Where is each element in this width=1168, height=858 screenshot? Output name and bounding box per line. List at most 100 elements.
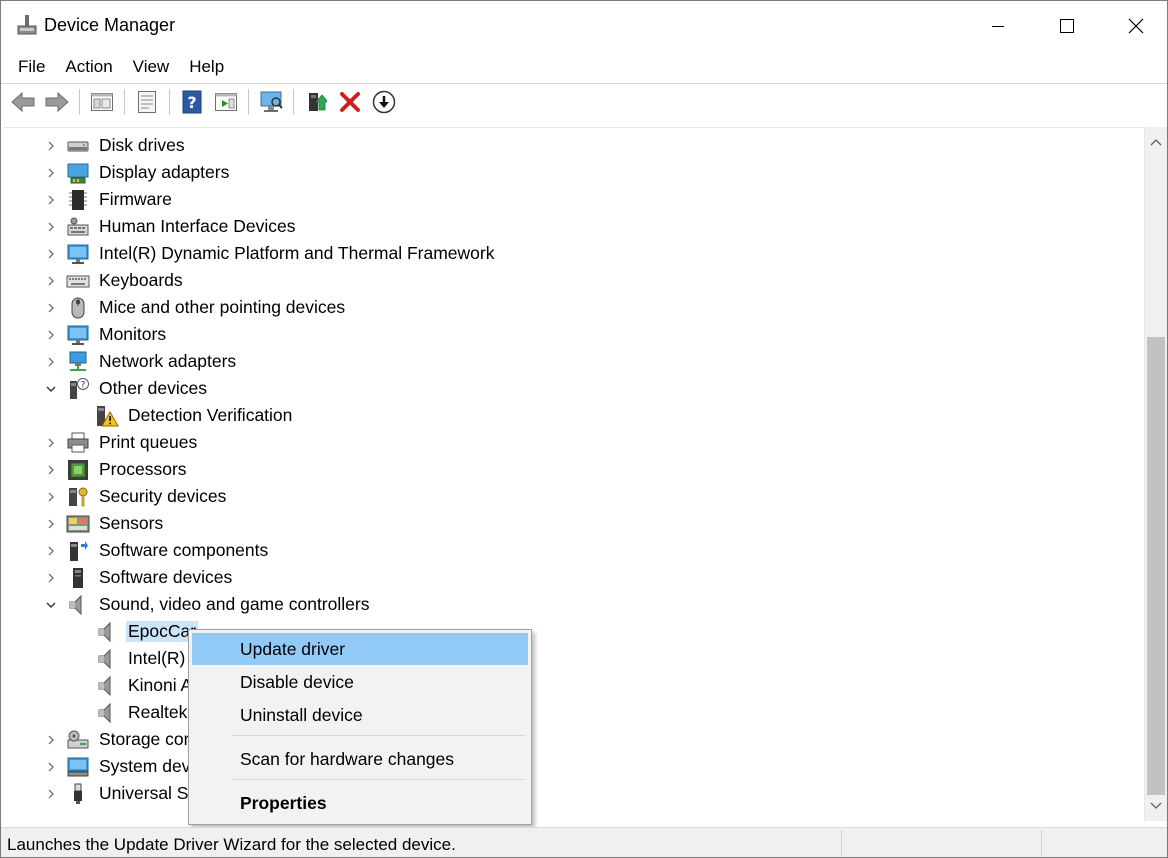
software-component-icon: [70, 541, 88, 561]
context-item-properties[interactable]: Properties: [192, 787, 528, 819]
tree-category-row[interactable]: Disk drives: [4, 132, 1124, 159]
tree-item-label: Security devices: [99, 486, 227, 506]
tree-category-row[interactable]: Software devices: [4, 564, 1124, 591]
back-button[interactable]: [7, 87, 38, 118]
chevron-down-icon[interactable]: [44, 598, 58, 612]
tree-device-row[interactable]: Kinoni A: [4, 672, 1124, 699]
properties-button[interactable]: [131, 87, 162, 118]
action-pane-icon: [214, 93, 237, 111]
tree-category-row[interactable]: ? Other devices: [4, 375, 1124, 402]
menu-file[interactable]: File: [8, 54, 55, 80]
tree-item-label: Human Interface Devices: [99, 216, 296, 236]
tree-category-row[interactable]: Software components: [4, 537, 1124, 564]
chevron-right-icon[interactable]: [44, 436, 58, 450]
firmware-chip-icon: [69, 190, 87, 210]
network-adapter-icon: [69, 351, 87, 371]
svg-text:?: ?: [187, 93, 196, 112]
tree-item-label: Display adapters: [99, 162, 230, 182]
speaker-icon: [98, 621, 111, 643]
context-item-disable-device[interactable]: Disable device: [192, 666, 528, 698]
chevron-right-icon[interactable]: [44, 571, 58, 585]
uninstall-device-button[interactable]: [334, 87, 365, 118]
context-item-scan-hardware[interactable]: Scan for hardware changes: [192, 743, 528, 775]
chevron-right-icon[interactable]: [44, 760, 58, 774]
scroll-up-button[interactable]: [1145, 131, 1167, 153]
close-button[interactable]: [1101, 1, 1168, 51]
chevron-down-icon[interactable]: [44, 382, 58, 396]
tree-item-label: Software components: [99, 540, 269, 560]
chevron-right-icon[interactable]: [44, 544, 58, 558]
context-menu-separator: [231, 779, 525, 780]
chevron-right-icon[interactable]: [44, 517, 58, 531]
printer-icon: [67, 432, 89, 453]
tree-category-row[interactable]: Keyboards: [4, 267, 1124, 294]
tree-category-row[interactable]: Human Interface Devices: [4, 213, 1124, 240]
tree-device-row[interactable]: EpocCar: [4, 618, 1124, 645]
chevron-right-icon[interactable]: [44, 166, 58, 180]
toolbar: ?: [1, 83, 1167, 120]
context-item-uninstall-device[interactable]: Uninstall device: [192, 699, 528, 731]
context-item-update-driver[interactable]: Update driver: [192, 633, 528, 665]
chevron-up-icon: [1150, 139, 1162, 146]
chevron-right-icon[interactable]: [44, 328, 58, 342]
tree-category-row[interactable]: Security devices: [4, 483, 1124, 510]
download-button[interactable]: [368, 87, 399, 118]
menu-help[interactable]: Help: [179, 54, 234, 80]
tree-category-row[interactable]: Sensors: [4, 510, 1124, 537]
tree-category-row[interactable]: Storage cor: [4, 726, 1124, 753]
scroll-thumb[interactable]: [1147, 337, 1165, 795]
forward-arrow-icon: [45, 91, 69, 113]
speaker-icon: [98, 648, 111, 670]
action-pane-button[interactable]: [210, 87, 241, 118]
maximize-button[interactable]: [1032, 1, 1102, 51]
tree-item-label: Detection Verification: [128, 405, 293, 425]
tree-device-row[interactable]: Detection Verification: [4, 402, 1124, 429]
tree-category-row[interactable]: Network adapters: [4, 348, 1124, 375]
tree-category-row[interactable]: Display adapters: [4, 159, 1124, 186]
chevron-right-icon[interactable]: [44, 193, 58, 207]
speaker-icon: [98, 702, 111, 724]
tree-category-row[interactable]: Intel(R) Dynamic Platform and Thermal Fr…: [4, 240, 1124, 267]
menu-action[interactable]: Action: [55, 54, 122, 80]
scroll-down-button[interactable]: [1145, 795, 1167, 817]
chevron-right-icon[interactable]: [44, 490, 58, 504]
status-pane: [841, 830, 842, 856]
tree-item-label: Universal S: [99, 783, 189, 803]
forward-button[interactable]: [41, 87, 72, 118]
tree-device-row[interactable]: Realtek: [4, 699, 1124, 726]
vertical-scrollbar[interactable]: [1144, 127, 1167, 821]
chevron-right-icon[interactable]: [44, 301, 58, 315]
tree-device-row[interactable]: Intel(R): [4, 645, 1124, 672]
chevron-right-icon[interactable]: [44, 355, 58, 369]
chevron-right-icon[interactable]: [44, 274, 58, 288]
device-tree: Disk drives Display adapters Firmware Human…: [4, 127, 1144, 821]
chevron-right-icon[interactable]: [44, 220, 58, 234]
chevron-right-icon[interactable]: [44, 139, 58, 153]
chevron-right-icon[interactable]: [44, 787, 58, 801]
tree-category-row[interactable]: Sound, video and game controllers: [4, 591, 1124, 618]
show-hide-console-tree-button[interactable]: [86, 87, 117, 118]
update-driver-button[interactable]: [300, 87, 331, 118]
menu-view[interactable]: View: [123, 54, 180, 80]
tree-category-row[interactable]: Mice and other pointing devices: [4, 294, 1124, 321]
processor-icon: [68, 460, 88, 480]
monitor-icon: [67, 244, 89, 264]
device-manager-app-icon: [17, 15, 37, 35]
chevron-right-icon[interactable]: [44, 463, 58, 477]
tree-category-row[interactable]: Print queues: [4, 429, 1124, 456]
chevron-right-icon[interactable]: [44, 247, 58, 261]
sensor-icon: [66, 515, 90, 533]
usb-icon: [74, 783, 82, 804]
system-device-icon: [67, 757, 89, 777]
tree-category-row[interactable]: Monitors: [4, 321, 1124, 348]
tree-category-row[interactable]: Processors: [4, 456, 1124, 483]
tree-category-row[interactable]: Universal S: [4, 780, 1124, 807]
scan-hardware-button[interactable]: [255, 87, 286, 118]
minimize-button[interactable]: [963, 1, 1033, 51]
tree-item-label: Network adapters: [99, 351, 237, 371]
help-button[interactable]: ?: [176, 87, 207, 118]
tree-category-row[interactable]: Firmware: [4, 186, 1124, 213]
tree-category-row[interactable]: System dev: [4, 753, 1124, 780]
show-hide-console-tree-icon: [90, 93, 113, 111]
chevron-right-icon[interactable]: [44, 733, 58, 747]
